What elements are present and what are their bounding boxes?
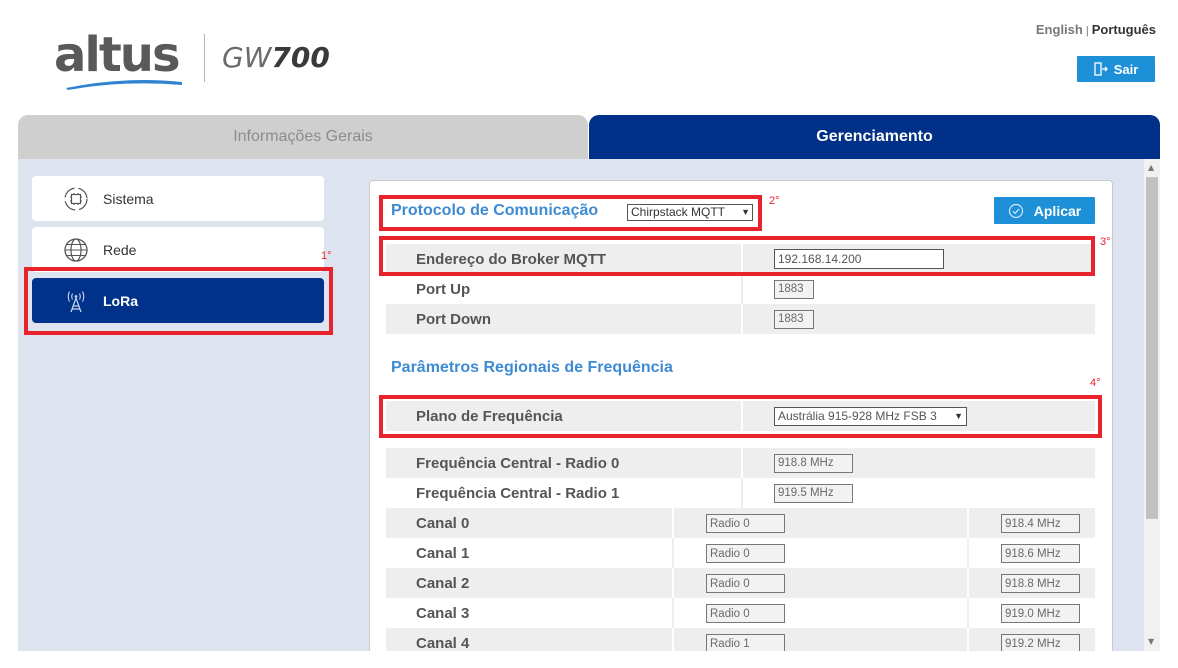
apply-label: Aplicar xyxy=(1033,202,1082,219)
tab-informacoes-gerais[interactable]: Informações Gerais xyxy=(18,115,588,159)
port-up-row: Port Up 1883 xyxy=(386,274,1095,304)
channel-frequency: 919.2 MHz xyxy=(1001,634,1080,651)
annotation-number-4: 4° xyxy=(1090,377,1101,389)
scroll-up-arrow-icon[interactable]: ▲ xyxy=(1148,164,1154,172)
altus-logo: altus GW700 xyxy=(54,26,354,96)
sidebar-item-rede[interactable]: Rede xyxy=(32,227,324,272)
channel-row: Canal 4 Radio 1 919.2 MHz xyxy=(386,628,1095,651)
radio0-label: Frequência Central - Radio 0 xyxy=(416,454,620,472)
channel-row: Canal 0 Radio 0 918.4 MHz xyxy=(386,508,1095,538)
channel-row: Canal 2 Radio 0 918.8 MHz xyxy=(386,568,1095,598)
channel-frequency: 918.4 MHz xyxy=(1001,514,1080,533)
port-up-label: Port Up xyxy=(416,280,471,298)
sidebar-item-label: Rede xyxy=(103,241,137,258)
radio1-label: Frequência Central - Radio 1 xyxy=(416,484,620,502)
channel-radio: Radio 0 xyxy=(706,514,785,533)
channel-label: Canal 1 xyxy=(416,544,470,562)
radio1-frequency: 919.5 MHz xyxy=(774,483,853,503)
highlight-box-2 xyxy=(379,195,762,231)
highlight-box-4 xyxy=(379,395,1102,438)
port-down-value: 1883 xyxy=(774,309,814,329)
channel-radio: Radio 1 xyxy=(706,634,785,651)
check-circle-icon xyxy=(1008,203,1023,218)
brand-name: altus xyxy=(54,27,181,83)
annotation-number-3: 3° xyxy=(1100,236,1111,248)
port-down-label: Port Down xyxy=(416,310,491,328)
logout-button[interactable]: Sair xyxy=(1077,56,1155,82)
channel-label: Canal 2 xyxy=(416,574,470,592)
lang-english-link[interactable]: English xyxy=(1036,22,1083,37)
channel-frequency: 918.8 MHz xyxy=(1001,574,1080,593)
channel-radio: Radio 0 xyxy=(706,604,785,623)
radio1-row: Frequência Central - Radio 1 919.5 MHz xyxy=(386,478,1095,508)
channel-radio: Radio 0 xyxy=(706,544,785,563)
annotation-number-1: 1° xyxy=(321,250,332,262)
scroll-down-arrow-icon[interactable]: ▼ xyxy=(1148,638,1154,646)
logout-icon xyxy=(1094,62,1108,76)
channel-frequency: 918.6 MHz xyxy=(1001,544,1080,563)
annotation-number-2: 2° xyxy=(769,195,780,207)
scroll-thumb[interactable] xyxy=(1146,177,1158,519)
chip-icon xyxy=(62,185,90,213)
channel-frequency: 919.0 MHz xyxy=(1001,604,1080,623)
port-down-row: Port Down 1883 xyxy=(386,304,1095,334)
highlight-box-1 xyxy=(24,267,333,335)
sidebar-item-sistema[interactable]: Sistema xyxy=(32,176,324,221)
regional-section-title: Parâmetros Regionais de Frequência xyxy=(391,359,673,376)
channel-row: Canal 1 Radio 0 918.6 MHz xyxy=(386,538,1095,568)
tab-gerenciamento[interactable]: Gerenciamento xyxy=(589,115,1160,159)
channel-label: Canal 0 xyxy=(416,514,470,532)
sidebar: Sistema Rede LoRa xyxy=(18,159,339,651)
product-prefix: GW xyxy=(222,41,272,74)
radio0-row: Frequência Central - Radio 0 918.8 MHz xyxy=(386,448,1095,478)
apply-button[interactable]: Aplicar xyxy=(994,197,1095,224)
channel-row: Canal 3 Radio 0 919.0 MHz xyxy=(386,598,1095,628)
product-number: 700 xyxy=(271,41,330,74)
sidebar-item-label: Sistema xyxy=(103,190,154,207)
lang-portuguese-link[interactable]: Português xyxy=(1092,22,1156,37)
language-switcher: English | Português xyxy=(1036,22,1156,37)
radio0-frequency: 918.8 MHz xyxy=(774,453,853,473)
logout-label: Sair xyxy=(1113,61,1139,77)
content-scrollbar[interactable]: ▲ ▼ xyxy=(1144,159,1160,651)
product-name: GW700 xyxy=(222,40,330,76)
logo-swoosh xyxy=(66,80,182,90)
highlight-box-3 xyxy=(379,236,1095,276)
logo-separator xyxy=(204,34,205,82)
lang-separator: | xyxy=(1085,25,1089,37)
globe-icon xyxy=(62,236,90,264)
channel-label: Canal 3 xyxy=(416,604,470,622)
channel-label: Canal 4 xyxy=(416,634,470,652)
channel-radio: Radio 0 xyxy=(706,574,785,593)
port-up-value: 1883 xyxy=(774,279,814,299)
